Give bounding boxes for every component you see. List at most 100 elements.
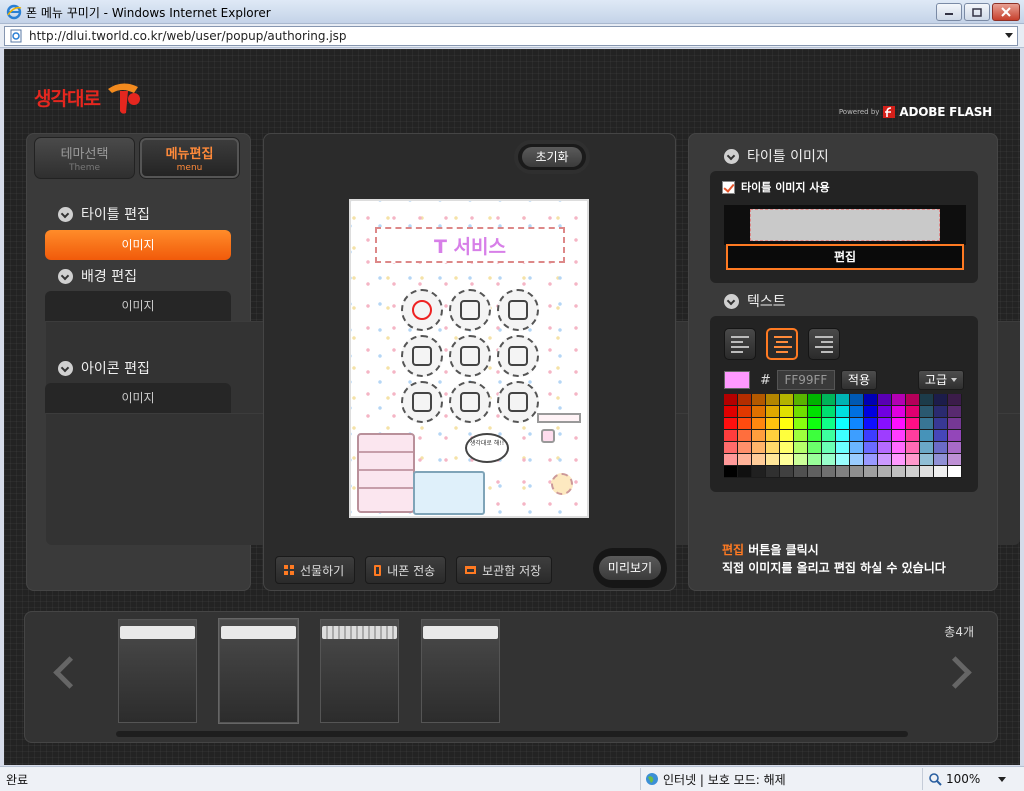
color-cell[interactable] bbox=[794, 466, 808, 478]
phone-title-box[interactable]: T 서비스 bbox=[375, 227, 565, 263]
hex-color-input[interactable]: FF99FF bbox=[776, 370, 835, 390]
align-center-button[interactable] bbox=[766, 328, 798, 360]
color-cell[interactable] bbox=[906, 418, 920, 430]
color-cell[interactable] bbox=[836, 466, 850, 478]
chevron-down-icon[interactable] bbox=[1005, 33, 1013, 38]
color-cell[interactable] bbox=[724, 454, 738, 466]
color-cell[interactable] bbox=[836, 418, 850, 430]
color-cell[interactable] bbox=[864, 454, 878, 466]
color-cell[interactable] bbox=[822, 466, 836, 478]
color-cell[interactable] bbox=[780, 430, 794, 442]
color-cell[interactable] bbox=[724, 406, 738, 418]
thumbnail-item[interactable] bbox=[320, 619, 399, 723]
color-cell[interactable] bbox=[948, 442, 962, 454]
color-cell[interactable] bbox=[724, 466, 738, 478]
align-right-button[interactable] bbox=[808, 328, 840, 360]
color-cell[interactable] bbox=[808, 442, 822, 454]
color-cell[interactable] bbox=[878, 466, 892, 478]
section-title-edit[interactable]: 타이틀 편집 bbox=[58, 204, 150, 224]
color-cell[interactable] bbox=[850, 430, 864, 442]
color-cell[interactable] bbox=[864, 430, 878, 442]
thumbnail-item[interactable] bbox=[118, 619, 197, 723]
color-cell[interactable] bbox=[920, 454, 934, 466]
color-cell[interactable] bbox=[836, 430, 850, 442]
color-cell[interactable] bbox=[738, 406, 752, 418]
color-cell[interactable] bbox=[920, 466, 934, 478]
color-cell[interactable] bbox=[738, 442, 752, 454]
background-image-item[interactable]: 이미지 bbox=[45, 291, 231, 321]
prev-arrow-icon[interactable] bbox=[52, 655, 74, 691]
color-cell[interactable] bbox=[906, 466, 920, 478]
phonebook-icon[interactable] bbox=[449, 381, 491, 423]
color-cell[interactable] bbox=[864, 466, 878, 478]
color-cell[interactable] bbox=[864, 442, 878, 454]
color-cell[interactable] bbox=[822, 418, 836, 430]
color-cell[interactable] bbox=[752, 466, 766, 478]
send-to-phone-button[interactable]: 내폰 전송 bbox=[365, 556, 447, 584]
color-cell[interactable] bbox=[878, 430, 892, 442]
computer-icon[interactable] bbox=[449, 335, 491, 377]
use-title-image-checkbox[interactable] bbox=[722, 180, 735, 194]
gift-button[interactable]: 선물하기 bbox=[275, 556, 356, 584]
thumbnail-item[interactable] bbox=[219, 619, 298, 723]
color-cell[interactable] bbox=[808, 394, 822, 406]
reset-button[interactable]: 초기화 bbox=[518, 144, 586, 170]
color-cell[interactable] bbox=[766, 406, 780, 418]
color-cell[interactable] bbox=[864, 406, 878, 418]
apply-button[interactable]: 적용 bbox=[840, 370, 877, 390]
zoom-control[interactable]: 100% bbox=[922, 768, 1007, 790]
color-cell[interactable] bbox=[892, 454, 906, 466]
color-cell[interactable] bbox=[934, 466, 948, 478]
tab-theme[interactable]: 테마선택 Theme bbox=[34, 137, 135, 179]
color-cell[interactable] bbox=[906, 454, 920, 466]
color-cell[interactable] bbox=[878, 418, 892, 430]
text-header[interactable]: 텍스트 bbox=[724, 291, 786, 311]
color-cell[interactable] bbox=[948, 418, 962, 430]
thumbnail-item[interactable] bbox=[421, 619, 500, 723]
color-cell[interactable] bbox=[752, 406, 766, 418]
color-cell[interactable] bbox=[738, 454, 752, 466]
color-cell[interactable] bbox=[738, 418, 752, 430]
color-cell[interactable] bbox=[920, 430, 934, 442]
color-cell[interactable] bbox=[878, 394, 892, 406]
color-cell[interactable] bbox=[836, 454, 850, 466]
color-cell[interactable] bbox=[836, 406, 850, 418]
color-cell[interactable] bbox=[850, 418, 864, 430]
color-cell[interactable] bbox=[752, 394, 766, 406]
color-cell[interactable] bbox=[934, 406, 948, 418]
color-cell[interactable] bbox=[920, 394, 934, 406]
color-cell[interactable] bbox=[780, 406, 794, 418]
color-cell[interactable] bbox=[794, 406, 808, 418]
url-field[interactable]: http://dlui.tworld.co.kr/web/user/popup/… bbox=[4, 26, 1018, 46]
color-cell[interactable] bbox=[850, 466, 864, 478]
color-cell[interactable] bbox=[738, 394, 752, 406]
color-cell[interactable] bbox=[892, 406, 906, 418]
color-cell[interactable] bbox=[822, 430, 836, 442]
color-cell[interactable] bbox=[822, 394, 836, 406]
color-cell[interactable] bbox=[780, 418, 794, 430]
color-cell[interactable] bbox=[906, 406, 920, 418]
color-cell[interactable] bbox=[934, 430, 948, 442]
t-service-icon[interactable] bbox=[401, 289, 443, 331]
color-cell[interactable] bbox=[850, 394, 864, 406]
color-cell[interactable] bbox=[920, 418, 934, 430]
save-to-storage-button[interactable]: 보관함 저장 bbox=[456, 556, 553, 584]
color-cell[interactable] bbox=[794, 418, 808, 430]
color-cell[interactable] bbox=[906, 430, 920, 442]
maximize-button[interactable] bbox=[964, 3, 990, 21]
color-cell[interactable] bbox=[934, 454, 948, 466]
color-palette[interactable] bbox=[724, 394, 962, 478]
color-cell[interactable] bbox=[780, 394, 794, 406]
color-cell[interactable] bbox=[738, 466, 752, 478]
color-cell[interactable] bbox=[948, 394, 962, 406]
color-cell[interactable] bbox=[850, 406, 864, 418]
color-cell[interactable] bbox=[934, 418, 948, 430]
color-cell[interactable] bbox=[724, 430, 738, 442]
color-cell[interactable] bbox=[808, 454, 822, 466]
color-cell[interactable] bbox=[780, 442, 794, 454]
close-button[interactable] bbox=[992, 3, 1020, 21]
color-cell[interactable] bbox=[822, 406, 836, 418]
tab-menu-edit[interactable]: 메뉴편집 menu bbox=[139, 137, 240, 179]
color-cell[interactable] bbox=[752, 442, 766, 454]
color-cell[interactable] bbox=[948, 466, 962, 478]
